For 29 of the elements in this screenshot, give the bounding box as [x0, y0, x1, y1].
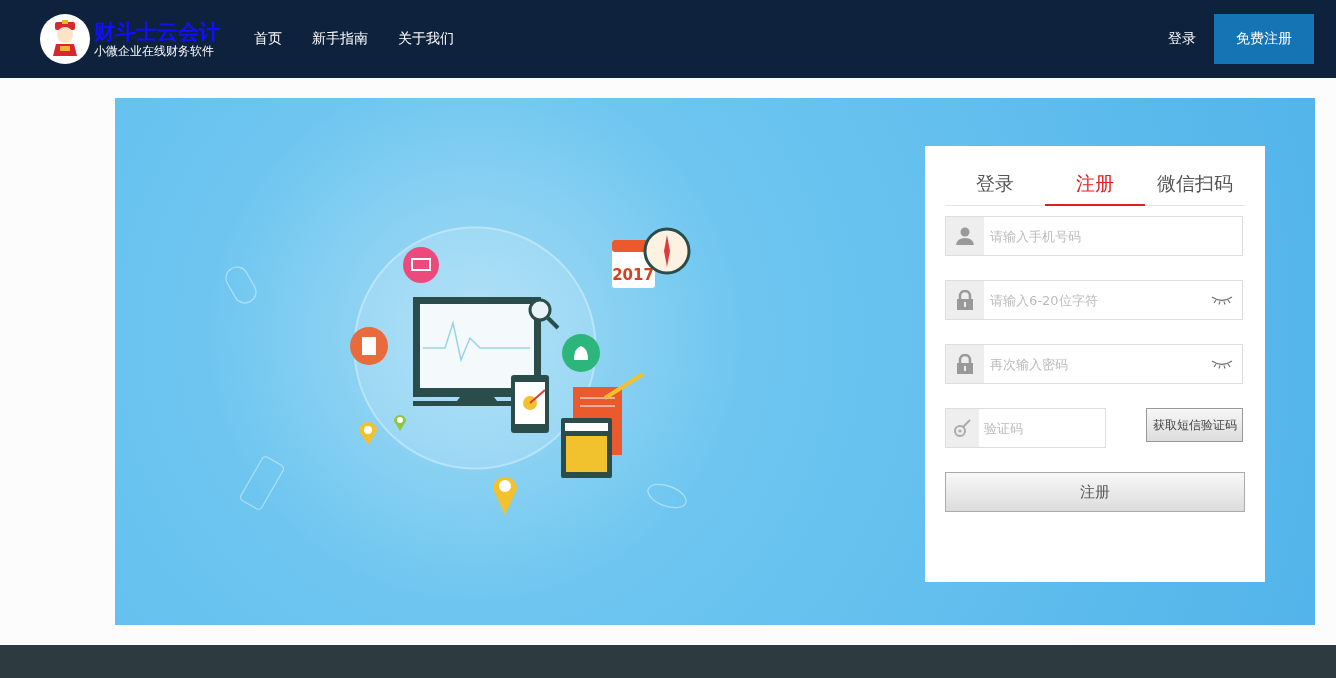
- padlock-icon: [955, 354, 975, 374]
- mascot-logo-icon: [40, 14, 90, 64]
- key-icon: [952, 418, 973, 438]
- closed-eye-icon[interactable]: [1211, 359, 1233, 369]
- computer-mouse-icon: [647, 483, 687, 509]
- code-field[interactable]: 验证码: [945, 408, 1106, 448]
- person-icon: [955, 226, 975, 246]
- register-button[interactable]: 免费注册: [1214, 14, 1314, 64]
- form-tab[interactable]: 登录: [945, 164, 1045, 206]
- map-pin-icon: [493, 477, 517, 515]
- nav-link[interactable]: 新手指南: [312, 30, 368, 48]
- map-pin-icon: [394, 415, 406, 431]
- password-field[interactable]: 再次输入密码: [945, 344, 1243, 384]
- nav-link[interactable]: 关于我们: [398, 30, 454, 48]
- calculator-drawing: [561, 418, 612, 478]
- password-field[interactable]: 请输入6-20位字符: [945, 280, 1243, 320]
- nav-link[interactable]: 首页: [254, 30, 282, 48]
- smartphone-outline-icon: [238, 454, 286, 512]
- map-pin-icon: [359, 422, 377, 445]
- logo-subtitle: 小微企业在线财务软件: [94, 44, 215, 58]
- form-tab[interactable]: 微信扫码: [1145, 164, 1245, 206]
- padlock-icon: [955, 290, 975, 310]
- sms-code-button[interactable]: 获取短信验证码: [1146, 408, 1243, 442]
- logo-title: 财斗士云会计: [94, 20, 220, 44]
- closed-eye-icon[interactable]: [1211, 295, 1233, 305]
- login-link[interactable]: 登录: [1168, 30, 1196, 48]
- phone-field[interactable]: 请输入手机号码: [945, 216, 1243, 256]
- form-tab[interactable]: 注册: [1045, 164, 1145, 206]
- register-submit-button[interactable]: 注册: [945, 472, 1245, 512]
